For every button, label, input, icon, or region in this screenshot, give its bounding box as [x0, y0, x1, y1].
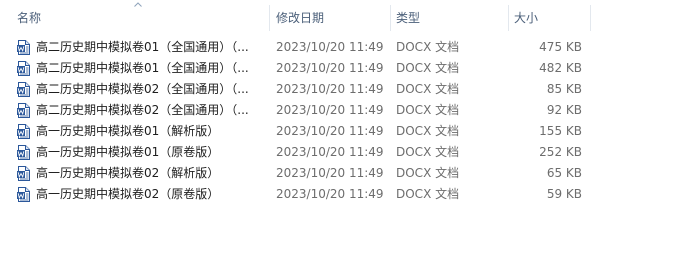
file-size: 155 KB	[539, 124, 582, 138]
file-name: 高二历史期中模拟卷02（全国通用）（...	[36, 82, 249, 96]
file-date-modified: 2023/10/20 11:49	[276, 124, 384, 138]
file-row[interactable]: 高二历史期中模拟卷01（全国通用）（... 2023/10/20 11:49 DOC…	[0, 58, 600, 79]
file-size: 482 KB	[539, 61, 582, 75]
file-date-modified: 2023/10/20 11:49	[276, 145, 384, 159]
file-row[interactable]: 高二历史期中模拟卷01（全国通用）（... 2023/10/20 11:49 DOC…	[0, 37, 600, 58]
file-size: 252 KB	[539, 145, 582, 159]
column-divider[interactable]	[269, 5, 270, 31]
file-type: DOCX 文档	[396, 103, 460, 117]
word-doc-icon	[17, 166, 30, 181]
file-name: 高一历史期中模拟卷01（解析版）	[36, 124, 220, 138]
file-rows: 高二历史期中模拟卷01（全国通用）（... 2023/10/20 11:49 DOC…	[0, 37, 687, 205]
word-doc-icon	[17, 61, 30, 76]
column-header-row: 名称 修改日期 类型 大小	[0, 0, 687, 33]
file-size: 92 KB	[546, 103, 582, 117]
file-row[interactable]: 高一历史期中模拟卷02（解析版） 2023/10/20 11:49 DOCX 文档 6…	[0, 163, 600, 184]
file-size: 475 KB	[539, 40, 582, 54]
file-row[interactable]: 高一历史期中模拟卷01（原卷版） 2023/10/20 11:49 DOCX 文档 2…	[0, 142, 600, 163]
word-doc-icon	[17, 145, 30, 160]
file-date-modified: 2023/10/20 11:49	[276, 187, 384, 201]
word-doc-icon	[17, 124, 30, 139]
file-type: DOCX 文档	[396, 82, 460, 96]
file-list-view: 名称 修改日期 类型 大小 高二历史期中模拟卷01（全国通用）（... 2023/…	[0, 0, 687, 277]
file-size: 59 KB	[546, 187, 582, 201]
file-type: DOCX 文档	[396, 40, 460, 54]
file-type: DOCX 文档	[396, 124, 460, 138]
word-doc-icon	[17, 40, 30, 55]
column-header-date-modified[interactable]: 修改日期	[271, 0, 389, 33]
file-row[interactable]: 高一历史期中模拟卷02（原卷版） 2023/10/20 11:49 DOCX 文档 5…	[0, 184, 600, 205]
file-name: 高二历史期中模拟卷01（全国通用）（...	[36, 61, 249, 75]
file-name: 高一历史期中模拟卷02（解析版）	[36, 166, 220, 180]
file-date-modified: 2023/10/20 11:49	[276, 103, 384, 117]
file-type: DOCX 文档	[396, 61, 460, 75]
file-type: DOCX 文档	[396, 187, 460, 201]
file-size: 85 KB	[546, 82, 582, 96]
file-date-modified: 2023/10/20 11:49	[276, 61, 384, 75]
file-type: DOCX 文档	[396, 145, 460, 159]
file-name: 高二历史期中模拟卷02（全国通用）（...	[36, 103, 249, 117]
file-size: 65 KB	[546, 166, 582, 180]
column-header-type[interactable]: 类型	[391, 0, 507, 33]
file-row[interactable]: 高一历史期中模拟卷01（解析版） 2023/10/20 11:49 DOCX 文档 1…	[0, 121, 600, 142]
file-name: 高一历史期中模拟卷01（原卷版）	[36, 145, 220, 159]
file-row[interactable]: 高二历史期中模拟卷02（全国通用）（... 2023/10/20 11:49 DOC…	[0, 100, 600, 121]
column-header-size[interactable]: 大小	[509, 0, 589, 33]
column-header-name[interactable]: 名称	[12, 0, 268, 33]
word-doc-icon	[17, 187, 30, 202]
word-doc-icon	[17, 82, 30, 97]
column-divider[interactable]	[590, 5, 591, 31]
file-row[interactable]: 高二历史期中模拟卷02（全国通用）（... 2023/10/20 11:49 DOC…	[0, 79, 600, 100]
file-date-modified: 2023/10/20 11:49	[276, 82, 384, 96]
file-date-modified: 2023/10/20 11:49	[276, 166, 384, 180]
file-type: DOCX 文档	[396, 166, 460, 180]
file-date-modified: 2023/10/20 11:49	[276, 40, 384, 54]
file-name: 高二历史期中模拟卷01（全国通用）（...	[36, 40, 249, 54]
word-doc-icon	[17, 103, 30, 118]
file-name: 高一历史期中模拟卷02（原卷版）	[36, 187, 220, 201]
